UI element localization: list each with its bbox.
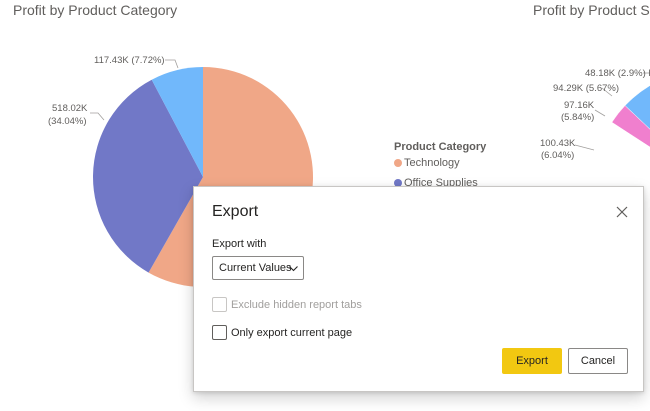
data-label-slice-2-pct: (34.04%)	[48, 116, 87, 127]
right-data-label-2: 94.29K (5.67%)	[553, 83, 619, 94]
close-icon	[616, 206, 628, 218]
export-button[interactable]: Export	[502, 348, 562, 374]
data-label-slice-3: 117.43K (7.72%)	[94, 55, 165, 66]
legend-title: Product Category	[394, 141, 487, 153]
right-data-label-1: 48.18K (2.9%) R	[585, 68, 650, 79]
right-data-label-3-pct: (5.84%)	[561, 112, 594, 123]
dialog-title: Export	[212, 203, 259, 220]
legend-item-technology[interactable]: Technology	[394, 153, 486, 173]
right-data-label-4-value: 100.43K	[540, 138, 576, 149]
export-with-value: Current Values	[219, 262, 292, 274]
exclude-hidden-tabs-checkbox	[212, 297, 227, 312]
cancel-button[interactable]: Cancel	[568, 348, 628, 374]
current-page-option[interactable]: Only export current page	[212, 325, 352, 340]
data-label-slice-2-value: 518.02K	[52, 103, 88, 114]
legend-marker-technology	[394, 159, 402, 167]
exclude-hidden-tabs-label: Exclude hidden report tabs	[231, 298, 362, 311]
right-data-label-4-pct: (6.04%)	[541, 150, 574, 161]
right-data-label-3-value: 97.16K	[564, 100, 595, 111]
exclude-hidden-tabs-option: Exclude hidden report tabs	[212, 297, 362, 312]
current-page-label: Only export current page	[231, 326, 353, 339]
export-with-label: Export with	[212, 238, 267, 250]
current-page-checkbox[interactable]	[212, 325, 227, 340]
chevron-down-icon	[289, 266, 298, 272]
close-button[interactable]	[611, 201, 633, 223]
legend-label: Technology	[404, 157, 460, 169]
export-dialog: Export Export with Current Values Exclud…	[193, 186, 644, 392]
export-with-dropdown[interactable]: Current Values	[212, 256, 304, 280]
